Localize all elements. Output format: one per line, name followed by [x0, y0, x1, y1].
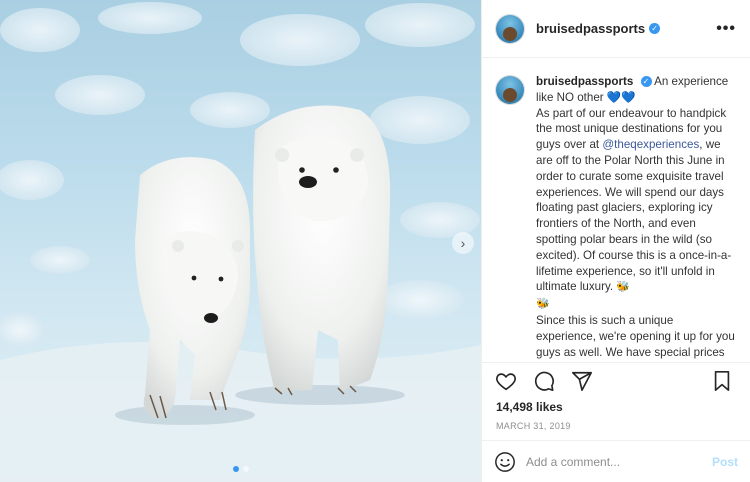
- caption-avatar[interactable]: [496, 76, 524, 104]
- comment-form: Post: [482, 440, 750, 482]
- post-date: MARCH 31, 2019: [496, 421, 571, 431]
- carousel-indicator: [0, 466, 481, 472]
- post-panel: bruisedpassports ✓ ••• bruisedpassports …: [481, 0, 750, 482]
- next-image-button[interactable]: ›: [452, 232, 474, 254]
- post-photo[interactable]: ›: [0, 0, 481, 482]
- caption-username[interactable]: bruisedpassports: [536, 75, 633, 88]
- bookmark-icon[interactable]: [710, 369, 734, 393]
- verified-badge-icon: ✓: [649, 23, 661, 34]
- avatar[interactable]: [496, 14, 524, 43]
- more-options-icon[interactable]: •••: [716, 20, 736, 38]
- bee-emoji: 🐝: [616, 281, 631, 294]
- smile-icon[interactable]: [494, 451, 516, 473]
- heart-icon[interactable]: [494, 369, 518, 393]
- verified-badge-icon: ✓: [640, 76, 652, 88]
- likes-count[interactable]: 14,498 likes: [482, 398, 750, 414]
- post-header: bruisedpassports ✓ •••: [482, 0, 750, 58]
- caption-paragraph-2: Since this is such a unique experience, …: [536, 313, 735, 362]
- chevron-right-icon: ›: [460, 235, 466, 251]
- instagram-post: › bruisedpassports ✓ ••• bruisedpassport…: [0, 0, 750, 482]
- carousel-dot-2: [242, 466, 249, 472]
- header-username[interactable]: bruisedpassports: [536, 21, 645, 36]
- caption-text: bruisedpassports ✓ An experience like NO…: [536, 74, 736, 362]
- share-icon[interactable]: [570, 369, 594, 393]
- caption-area: bruisedpassports ✓ An experience like NO…: [482, 58, 750, 362]
- carousel-dot-1: [232, 466, 239, 472]
- comment-icon[interactable]: [532, 369, 556, 393]
- polar-bears-image: [0, 2, 481, 482]
- caption-paragraph-1b: , we are off to the Polar North this Jun…: [536, 138, 732, 294]
- action-bar: [482, 362, 750, 398]
- blue-hearts-emoji: 💙💙: [606, 90, 636, 104]
- post-button[interactable]: Post: [712, 455, 738, 469]
- comment-input[interactable]: [526, 454, 712, 469]
- mention-link[interactable]: @theqexperiences: [602, 138, 699, 151]
- bee-emoji: 🐝: [536, 298, 550, 311]
